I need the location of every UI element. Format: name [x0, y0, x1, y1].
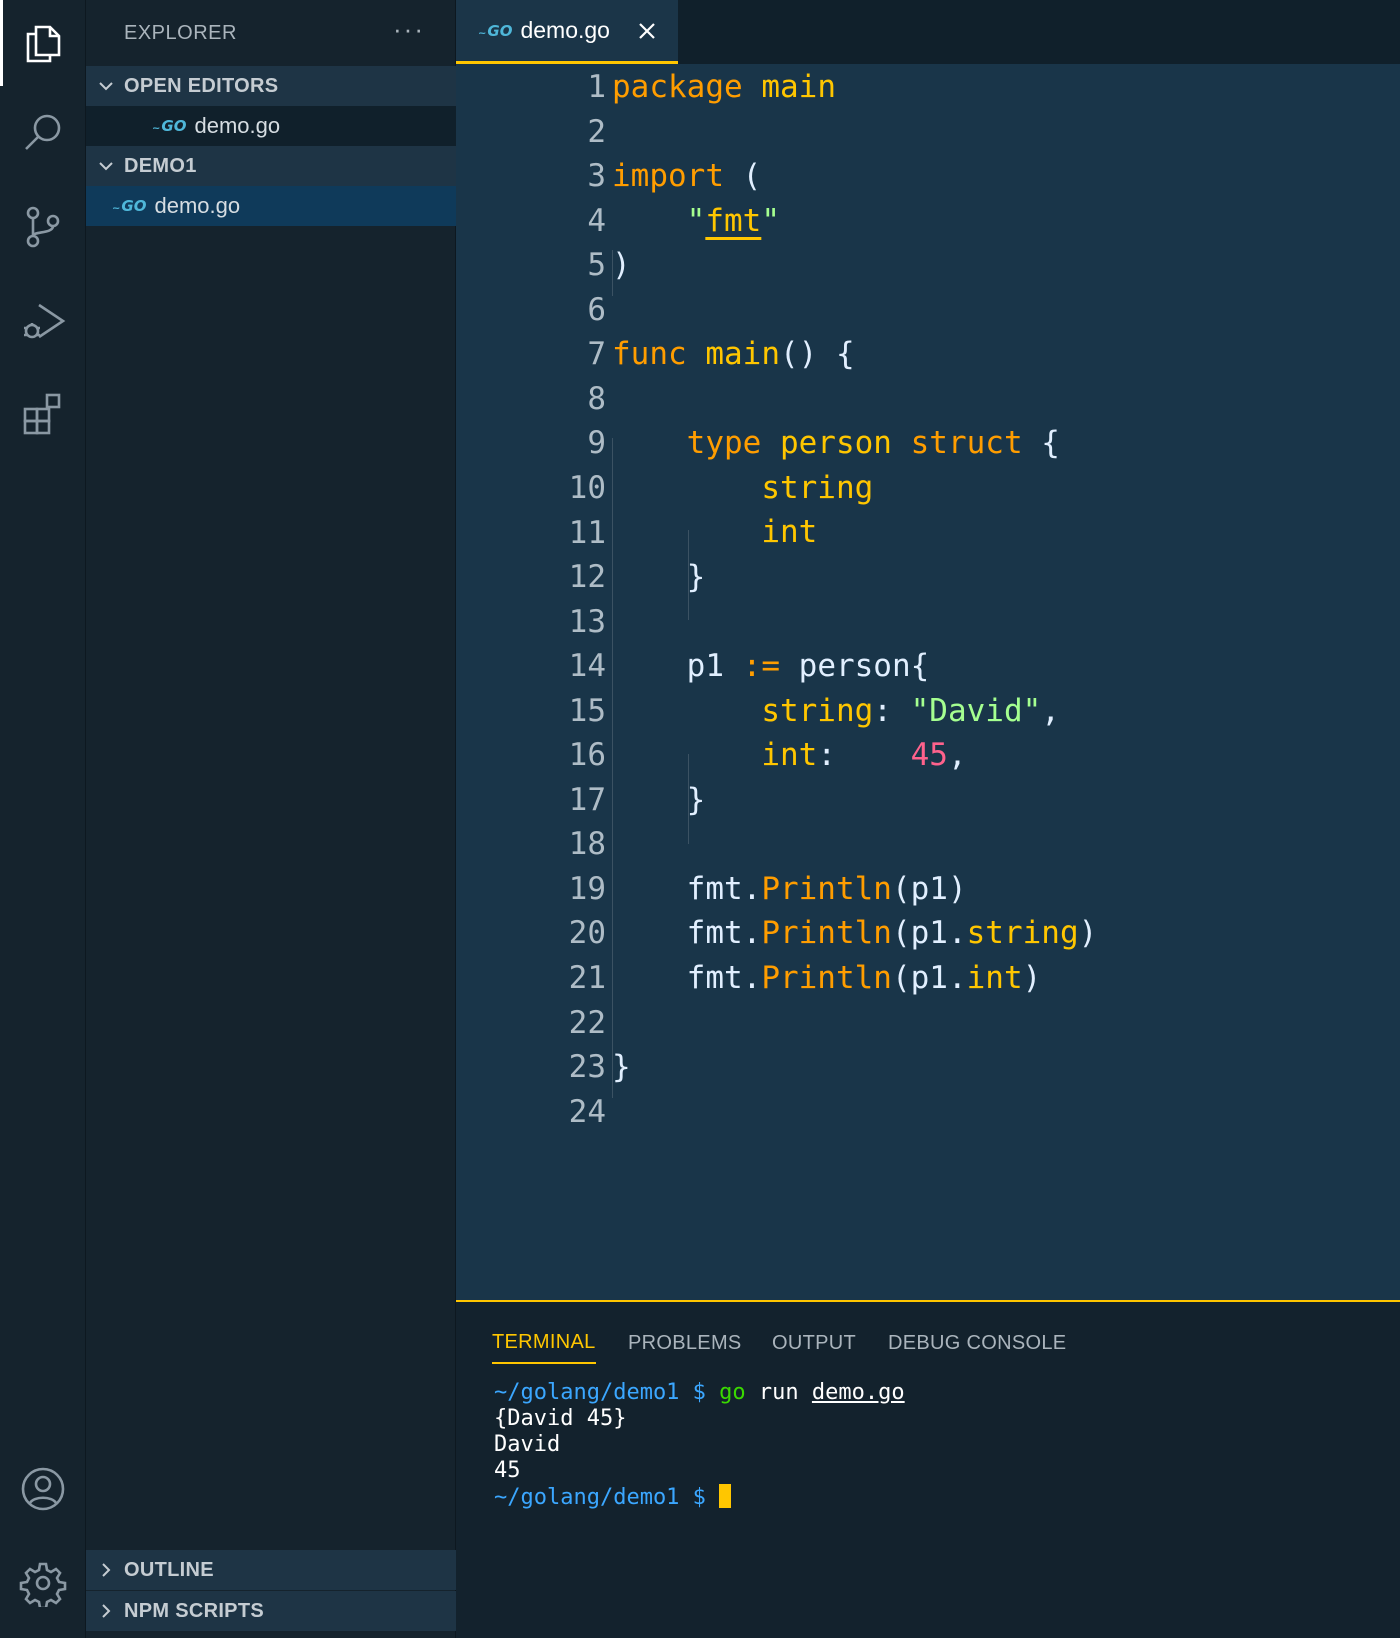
code-line-23: }	[612, 1049, 631, 1085]
code-line-21: fmt.Println(p1.int)	[686, 960, 1042, 996]
code-line-14: p1 := person{	[686, 648, 930, 684]
folder-filename: demo.go	[154, 193, 241, 218]
extensions-button[interactable]	[0, 370, 86, 456]
code-line-17: }	[686, 782, 706, 818]
explorer-sidebar: EXPLORER ··· OPEN EDITORS GO demo.go DEM…	[86, 0, 456, 1638]
line-number: 9	[587, 425, 606, 462]
vscode-window: EXPLORER ··· OPEN EDITORS GO demo.go DEM…	[0, 0, 1400, 1638]
search-button[interactable]	[0, 90, 86, 176]
tab-terminal[interactable]: TERMINAL	[492, 1322, 596, 1364]
line-number: 13	[568, 603, 606, 640]
go-file-icon: GO	[478, 22, 512, 40]
line-number: 14	[568, 648, 606, 685]
terminal-line-4: 45	[494, 1458, 521, 1483]
terminal-line-3: David	[494, 1432, 561, 1457]
code-editor[interactable]: 1 2 3 4 5 6 7 8 9 10 11 12 13 14 15 16 17 18 19 20 21 22 23 24 …	[456, 64, 1400, 1300]
line-number: 11	[568, 514, 606, 551]
editor-tab-bar: GO demo.go	[456, 0, 1400, 64]
files-icon	[26, 25, 61, 63]
search-icon	[25, 114, 61, 150]
code-line-7: func main() {	[612, 336, 855, 372]
terminal-line-5[interactable]: ~/golang/demo1 $	[494, 1484, 732, 1510]
code-line-5: )	[612, 247, 631, 283]
account-icon	[21, 1467, 65, 1511]
source-control-icon	[26, 206, 60, 248]
outline-section[interactable]: OUTLINE	[86, 1550, 456, 1590]
extensions-icon	[23, 393, 61, 435]
line-number: 19	[568, 870, 606, 907]
explorer-button[interactable]	[0, 0, 86, 86]
go-file-icon: GO	[112, 197, 146, 215]
folder-label: DEMO1	[124, 154, 197, 177]
open-editors-section[interactable]: OPEN EDITORS	[86, 66, 456, 106]
terminal-cursor	[719, 1484, 732, 1508]
code-area[interactable]: package main import ( "fmt" ) func main(…	[612, 64, 1400, 1300]
tab-debug-console[interactable]: DEBUG CONSOLE	[888, 1322, 1066, 1364]
line-number: 7	[587, 336, 606, 373]
line-number: 21	[568, 960, 606, 996]
line-number: 1	[587, 69, 606, 105]
run-debug-icon	[24, 303, 66, 339]
activity-bar	[0, 0, 86, 1638]
demo1-folder-section[interactable]: DEMO1	[86, 146, 456, 186]
account-button[interactable]	[0, 1446, 86, 1532]
explorer-more-actions[interactable]: ···	[393, 14, 425, 45]
folder-file-item[interactable]: GO demo.go	[86, 186, 456, 226]
code-line-16: int: 45,	[761, 737, 967, 773]
code-line-3: import (	[612, 158, 762, 194]
code-line-4: "fmt"	[686, 203, 780, 239]
outline-label: OUTLINE	[124, 1558, 214, 1581]
line-number: 5	[587, 247, 606, 284]
chevron-right-icon	[102, 1604, 111, 1618]
code-line-19: fmt.Println(p1)	[686, 871, 967, 907]
tab-output[interactable]: OUTPUT	[772, 1322, 856, 1364]
line-number: 18	[568, 826, 606, 863]
terminal-line-2: {David 45}	[494, 1406, 627, 1431]
open-editor-filename: demo.go	[194, 113, 281, 138]
tab-problems[interactable]: PROBLEMS	[628, 1322, 742, 1364]
settings-gear-icon	[19, 1562, 67, 1607]
npm-scripts-label: NPM SCRIPTS	[124, 1599, 264, 1622]
go-file-icon: GO	[152, 117, 186, 135]
bottom-panel: TERMINAL PROBLEMS OUTPUT DEBUG CONSOLE ~…	[456, 1300, 1400, 1638]
source-control-button[interactable]	[0, 184, 86, 270]
open-editor-item[interactable]: GO demo.go	[86, 106, 456, 146]
code-line-20: fmt.Println(p1.string)	[686, 915, 1098, 951]
line-number-gutter: 1 2 3 4 5 6 7 8 9 10 11 12 13 14 15 16 17 18 19 20 21 22 23 24	[456, 64, 606, 1300]
line-number: 24	[568, 1093, 606, 1130]
npm-scripts-section[interactable]: NPM SCRIPTS	[86, 1591, 456, 1631]
line-number: 20	[568, 915, 606, 952]
line-number: 2	[587, 113, 606, 150]
code-line-10: string	[761, 470, 874, 506]
code-line-12: }	[686, 559, 706, 595]
code-line-1: package main	[612, 69, 836, 105]
line-number: 4	[587, 202, 606, 239]
tab-label: demo.go	[520, 17, 610, 43]
line-number: 10	[568, 469, 606, 506]
line-number: 23	[568, 1049, 606, 1086]
line-number: 17	[568, 781, 606, 818]
chevron-down-icon	[99, 82, 113, 91]
line-number: 15	[568, 692, 606, 729]
terminal-line-1: ~/golang/demo1 $ go run demo.go	[494, 1380, 905, 1405]
open-editors-label: OPEN EDITORS	[124, 74, 279, 97]
settings-button[interactable]	[0, 1540, 86, 1626]
line-number: 12	[568, 559, 606, 596]
line-number: 16	[568, 737, 606, 774]
chevron-right-icon	[102, 1563, 111, 1577]
line-number: 22	[568, 1004, 606, 1041]
close-icon[interactable]	[636, 20, 658, 42]
code-line-15: string: "David",	[761, 693, 1060, 729]
code-line-9: type person struct {	[686, 425, 1060, 461]
chevron-down-icon	[99, 162, 113, 171]
line-number: 6	[587, 291, 606, 328]
line-number: 8	[587, 380, 606, 417]
code-line-11: int	[761, 514, 818, 550]
line-number: 3	[587, 158, 606, 195]
run-debug-button[interactable]	[0, 278, 86, 364]
tab-demo-go[interactable]: GO demo.go	[456, 0, 678, 64]
